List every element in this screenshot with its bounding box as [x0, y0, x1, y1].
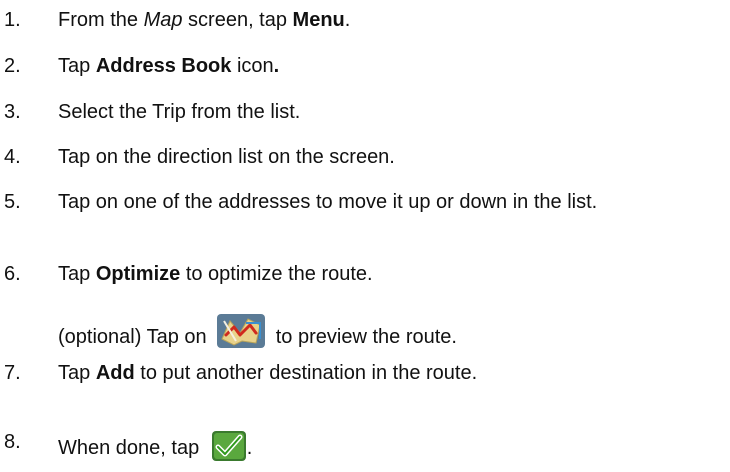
optional-preview-note: (optional) Tap on to preview the route. [58, 313, 457, 350]
step-number: 7. [4, 362, 21, 384]
step-text: Tap on one of the addresses to move it u… [58, 191, 598, 213]
step-text: Tap on the direction list on the screen. [58, 146, 395, 168]
step-number: 2. [4, 55, 21, 77]
step-number: 8. [4, 431, 21, 453]
step-text: Tap Optimize to optimize the route. [58, 263, 373, 285]
map-route-icon[interactable] [216, 313, 266, 349]
step-text: When done, tap . [58, 430, 728, 462]
step-text: Tap Add to put another destination in th… [58, 362, 478, 384]
step-number: 1. [4, 9, 21, 31]
step-text: Tap Address Book icon. [58, 55, 280, 77]
step-text: Select the Trip from the list. [58, 101, 301, 123]
step-number: 6. [4, 263, 21, 285]
step-number: 3. [4, 101, 21, 123]
checkmark-done-icon[interactable] [211, 430, 247, 462]
step-number: 4. [4, 146, 21, 168]
step-number: 5. [4, 191, 21, 213]
step-text: From the Map screen, tap Menu. [58, 9, 351, 31]
